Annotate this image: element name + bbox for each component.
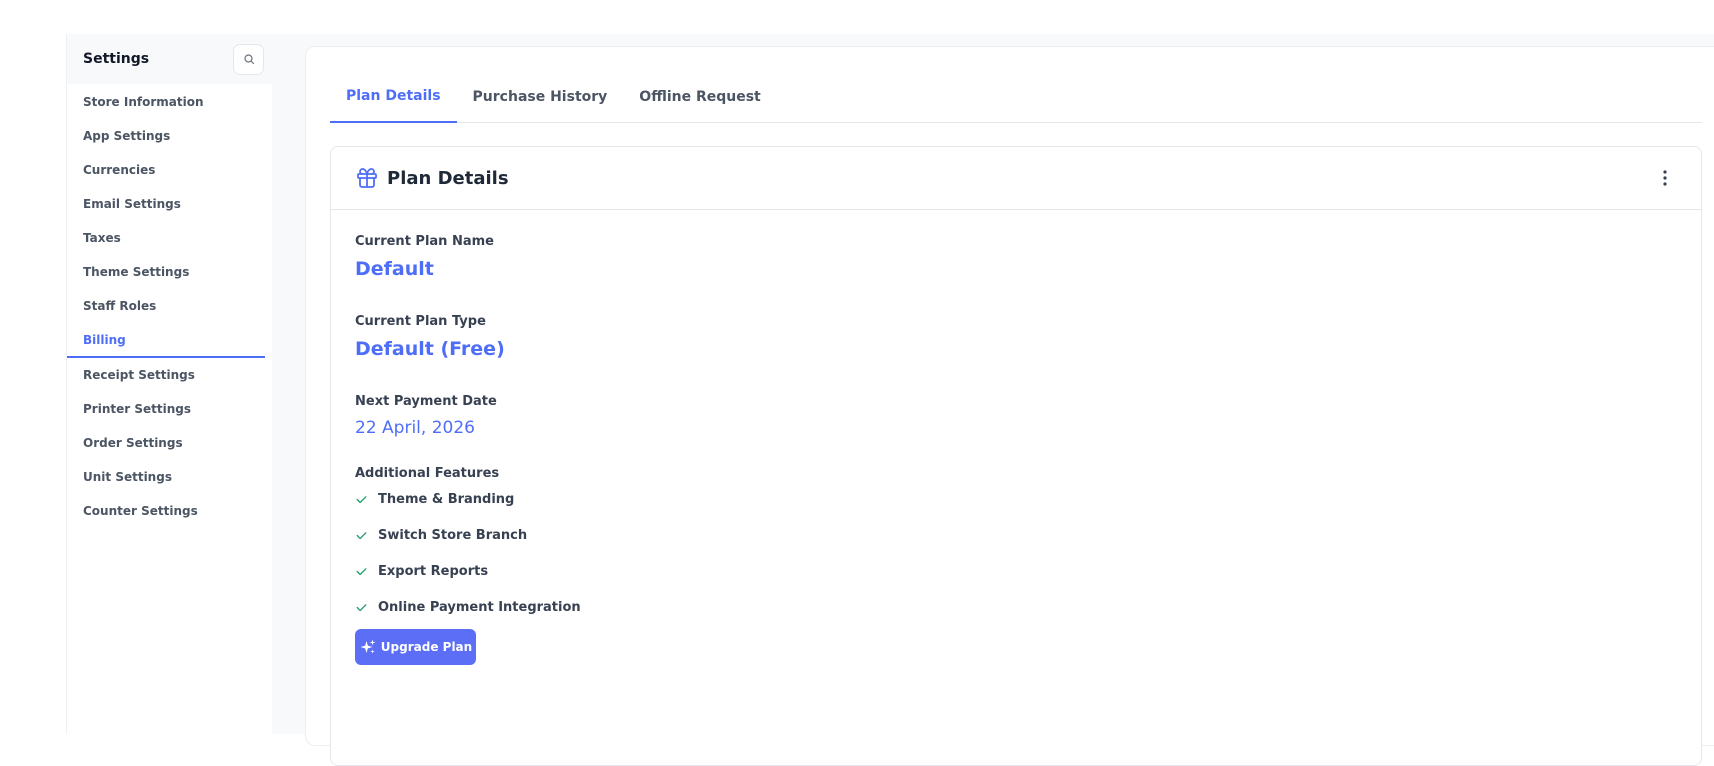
billing-panel: Plan Details Purchase History Offline Re…: [305, 46, 1714, 766]
feature-item: Online Payment Integration: [355, 589, 1677, 625]
sidebar-item-taxes[interactable]: Taxes: [67, 221, 265, 255]
sidebar-item-order-settings[interactable]: Order Settings: [67, 426, 265, 460]
additional-features-label: Additional Features: [355, 466, 500, 481]
gift-icon: [357, 168, 377, 188]
check-icon: [356, 495, 367, 503]
tab-offline-request[interactable]: Offline Request: [623, 71, 776, 123]
sidebar-item-staff-roles[interactable]: Staff Roles: [67, 289, 265, 323]
next-payment-date-field: Next Payment Date 22 April, 2026: [355, 394, 1677, 450]
tab-purchase-history[interactable]: Purchase History: [457, 71, 624, 123]
additional-features: Additional Features Theme & Branding Swi…: [355, 466, 1677, 625]
card-header: Plan Details: [331, 147, 1701, 210]
feature-item: Switch Store Branch: [355, 517, 1677, 553]
feature-label: Theme & Branding: [378, 491, 515, 507]
current-plan-name-field: Current Plan Name Default: [355, 234, 1677, 290]
current-plan-type-value: Default (Free): [355, 338, 505, 360]
upgrade-plan-button[interactable]: Upgrade Plan: [355, 629, 476, 665]
plan-details-card: Plan Details Current Plan Name Default C…: [330, 146, 1702, 766]
sidebar-item-store-information[interactable]: Store Information: [67, 85, 265, 119]
check-icon: [356, 567, 367, 575]
sidebar-item-currencies[interactable]: Currencies: [67, 153, 265, 187]
current-plan-name-value: Default: [355, 258, 434, 280]
sidebar-search-button[interactable]: [233, 43, 264, 75]
upgrade-plan-label: Upgrade Plan: [380, 640, 473, 654]
tab-plan-details[interactable]: Plan Details: [330, 71, 457, 123]
feature-label: Online Payment Integration: [378, 599, 581, 615]
sidebar-item-billing[interactable]: Billing: [67, 323, 265, 358]
feature-label: Export Reports: [378, 563, 489, 579]
sidebar-title: Settings: [83, 51, 150, 67]
sidebar-nav: Store Information App Settings Currencie…: [67, 84, 272, 528]
sidebar-item-receipt-settings[interactable]: Receipt Settings: [67, 358, 265, 392]
current-plan-type-field: Current Plan Type Default (Free): [355, 314, 1677, 370]
sidebar-item-theme-settings[interactable]: Theme Settings: [67, 255, 265, 289]
sidebar-item-printer-settings[interactable]: Printer Settings: [67, 392, 265, 426]
sidebar-item-app-settings[interactable]: App Settings: [67, 119, 265, 153]
sidebar-header: Settings: [67, 34, 272, 84]
feature-label: Switch Store Branch: [378, 527, 528, 543]
feature-item: Export Reports: [355, 553, 1677, 589]
billing-tabs: Plan Details Purchase History Offline Re…: [330, 71, 1702, 123]
current-plan-name-label: Current Plan Name: [355, 234, 494, 249]
settings-sidebar: Settings Store Information App Settings …: [66, 34, 272, 734]
next-payment-date-label: Next Payment Date: [355, 394, 497, 409]
more-vertical-icon[interactable]: [1653, 166, 1677, 190]
sidebar-item-counter-settings[interactable]: Counter Settings: [67, 494, 265, 528]
sparkles-icon: [360, 639, 376, 654]
card-body: Current Plan Name Default Current Plan T…: [331, 210, 1701, 689]
feature-item: Theme & Branding: [355, 481, 1677, 517]
card-title: Plan Details: [387, 167, 509, 189]
current-plan-type-label: Current Plan Type: [355, 314, 486, 329]
card-title-group: Plan Details: [355, 166, 509, 190]
sidebar-item-email-settings[interactable]: Email Settings: [67, 187, 265, 221]
next-payment-date-value: 22 April, 2026: [355, 418, 475, 438]
search-icon: [243, 54, 254, 65]
check-icon: [356, 603, 367, 611]
sidebar-item-unit-settings[interactable]: Unit Settings: [67, 460, 265, 494]
check-icon: [356, 531, 367, 539]
